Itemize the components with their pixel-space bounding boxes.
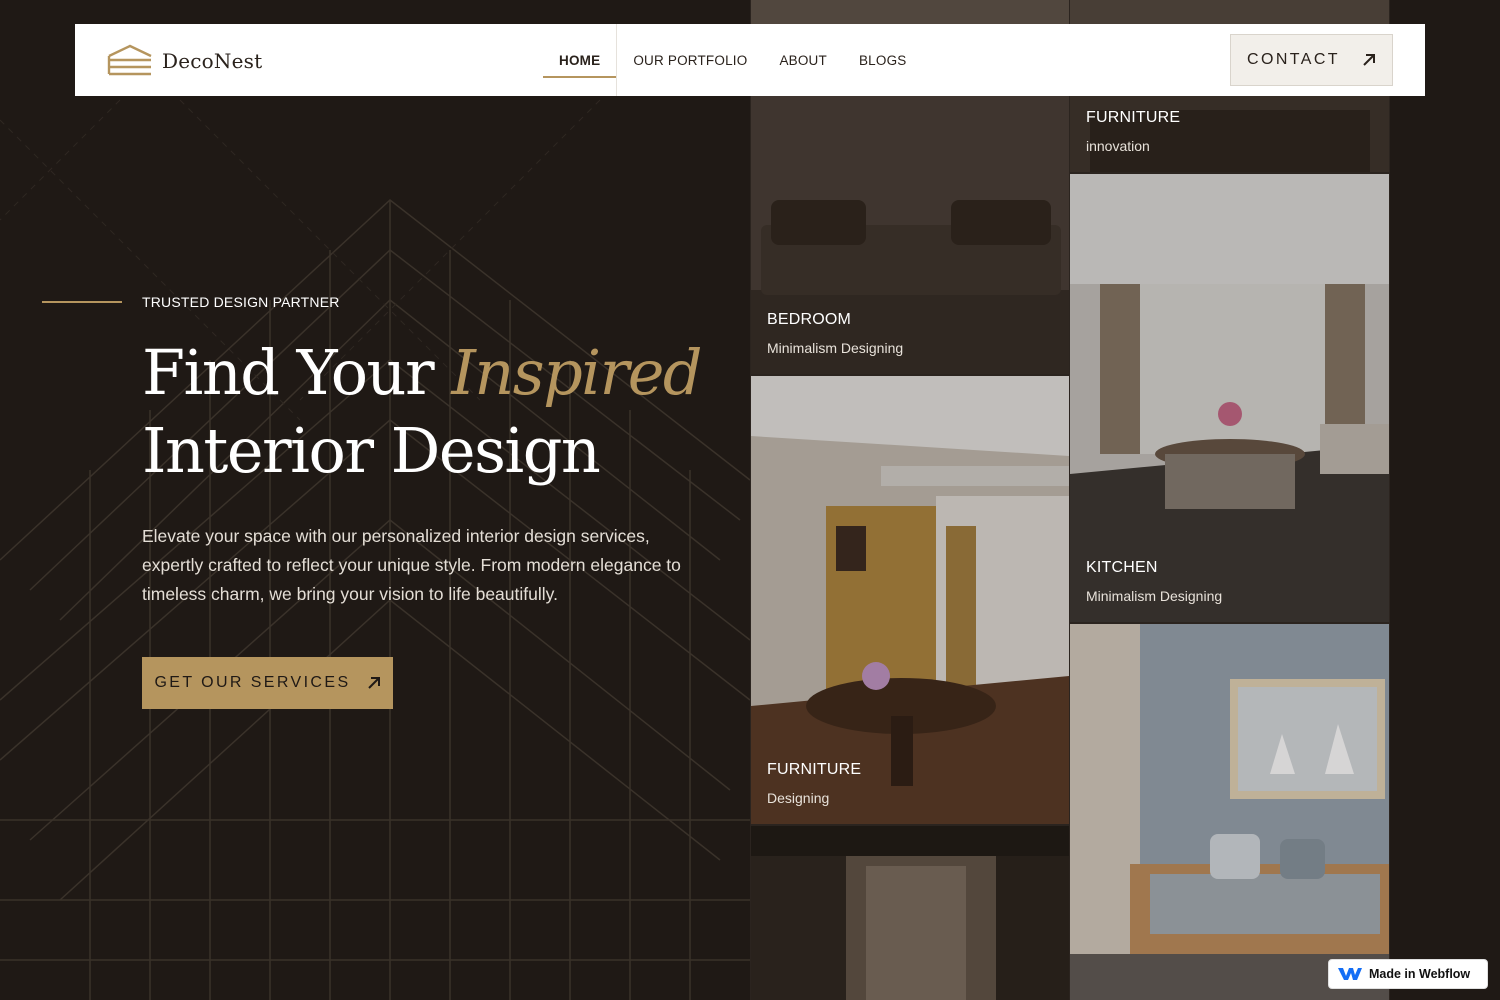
card-subtitle: Designing [767, 790, 830, 806]
card-subtitle: Minimalism Designing [1086, 588, 1223, 604]
get-our-services-button[interactable]: GET OUR SERVICES [142, 657, 393, 709]
architectural-line-art [0, 99, 750, 1000]
card-title: FURNITURE [1086, 109, 1181, 126]
headline-accent: Inspired [451, 336, 702, 409]
badge-label: Made in Webflow [1369, 967, 1471, 981]
card-coastal-living[interactable] [1070, 624, 1389, 1000]
webflow-logo-icon [1338, 968, 1362, 980]
nav-item-about[interactable]: ABOUT [763, 24, 843, 96]
card-subtitle: innovation [1086, 138, 1150, 154]
contact-button[interactable]: CONTACT [1230, 34, 1393, 86]
arrow-up-right-icon [1363, 54, 1375, 66]
made-in-webflow-badge[interactable]: Made in Webflow [1328, 959, 1488, 989]
contact-button-label: CONTACT [1247, 51, 1340, 68]
card-title: KITCHEN [1086, 559, 1158, 576]
hero-eyebrow: TRUSTED DESIGN PARTNER [142, 294, 340, 310]
nav-item-blogs[interactable]: BLOGS [843, 24, 923, 96]
site-header: DecoNest HOME OUR PORTFOLIO ABOUT BLOGS … [75, 24, 1425, 96]
headline-part-2: Interior Design [142, 414, 601, 487]
card-hallway[interactable] [751, 826, 1069, 1000]
hero-description: Elevate your space with our personalized… [142, 526, 681, 604]
coastal-room-photo [1070, 624, 1389, 1000]
brand-name: DecoNest [162, 49, 263, 73]
hero-headline: Find Your Inspired Interior Design [142, 334, 742, 490]
main-nav: HOME OUR PORTFOLIO ABOUT BLOGS [543, 24, 922, 96]
kitchen-photo [1070, 174, 1389, 622]
living-room-photo [751, 376, 1069, 824]
cta-label: GET OUR SERVICES [154, 674, 351, 691]
card-title: FURNITURE [767, 761, 862, 778]
card-subtitle: Minimalism Designing [767, 340, 904, 356]
portfolio-gallery: BEDROOM Minimalism Designing FURNITURE D… [750, 0, 1390, 1000]
stacked-roof-logo-icon [107, 44, 152, 76]
arrow-up-right-icon [367, 677, 380, 689]
headline-part-1: Find Your [142, 336, 452, 409]
nav-item-our-portfolio[interactable]: OUR PORTFOLIO [617, 24, 763, 96]
brand-logo[interactable]: DecoNest [107, 44, 262, 78]
card-furniture-designing[interactable]: FURNITURE Designing [751, 376, 1069, 824]
hallway-photo [751, 826, 1069, 1000]
eyebrow-divider [42, 301, 122, 303]
nav-item-home[interactable]: HOME [543, 24, 618, 96]
card-kitchen[interactable]: KITCHEN Minimalism Designing [1070, 174, 1389, 622]
card-title: BEDROOM [767, 311, 852, 328]
